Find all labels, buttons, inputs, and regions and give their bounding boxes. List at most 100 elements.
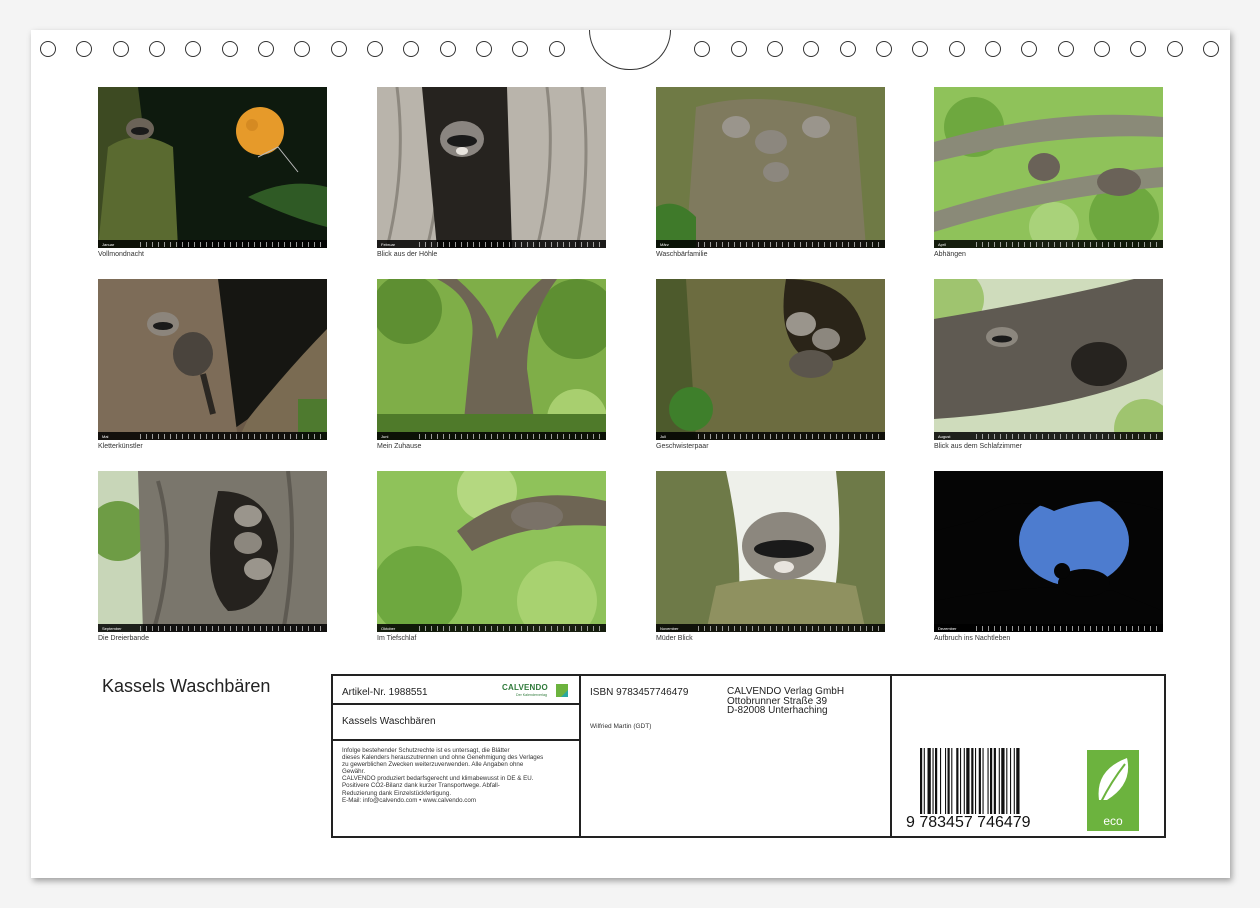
barcode-bar — [966, 748, 970, 814]
month-name: Juni — [381, 433, 389, 439]
calendar-strip: September — [98, 624, 327, 632]
hanging-raccoon-photo — [934, 87, 1163, 248]
photo-caption: Kletterkünstler — [98, 443, 143, 450]
calendar-strip: Januar — [98, 240, 327, 248]
article-column: Artikel-Nr. 1988551 CALVENDO Der Kalende… — [333, 676, 581, 836]
calendar-strip: Juni — [377, 432, 606, 440]
month-tile-june: Juni Mein Zuhause — [377, 279, 606, 450]
month-name: Oktober — [381, 625, 396, 631]
legal-line: CALVENDO produziert bedarfsgerecht und k… — [342, 775, 534, 783]
calendar-strip: Oktober — [377, 624, 606, 632]
day-grid — [976, 241, 1159, 247]
day-grid — [140, 625, 323, 631]
photo-caption: Die Dreierbande — [98, 635, 149, 642]
raccoon-family-photo — [656, 87, 885, 248]
month-tile-march: März Waschbärfamilie — [656, 87, 885, 258]
calendar-strip: Juli — [656, 432, 885, 440]
photo-caption: Müder Blick — [656, 635, 693, 642]
barcode-icon — [920, 748, 1020, 814]
month-photo: Mai — [98, 279, 327, 440]
barcode-bar — [947, 748, 950, 814]
day-grid — [976, 433, 1159, 439]
calendar-strip: Dezember — [934, 624, 1163, 632]
calendar-strip: August — [934, 432, 1163, 440]
isbn-barcode — [920, 748, 1052, 814]
month-name: Juli — [660, 433, 667, 439]
calendar-strip: März — [656, 240, 885, 248]
month-name: April — [938, 241, 947, 247]
barcode-bar — [940, 748, 942, 814]
raccoon-trio-photo — [98, 471, 327, 632]
barcode-bar — [1001, 748, 1005, 814]
moon-night-raccoon-photo — [98, 87, 327, 248]
bedroom-view-photo — [934, 279, 1163, 440]
eco-label: eco — [1103, 814, 1123, 828]
month-tile-april: April Abhängen — [934, 87, 1163, 258]
barcode-bar — [956, 748, 959, 814]
month-photo: August — [934, 279, 1163, 440]
month-tile-february: Februar Blick aus der Höhle — [377, 87, 606, 258]
month-name: November — [660, 625, 679, 631]
month-photo: Februar — [377, 87, 606, 248]
photo-caption: Abhängen — [934, 251, 966, 258]
calendar-strip: Mai — [98, 432, 327, 440]
logo-name: CALVENDO — [502, 683, 548, 692]
day-grid — [140, 241, 323, 247]
legal-line: E-Mail: info@calvendo.com • www.calvendo… — [342, 796, 476, 804]
photo-caption: Blick aus der Höhle — [377, 251, 438, 258]
month-photo: September — [98, 471, 327, 632]
day-grid — [698, 241, 881, 247]
barcode-bar — [927, 748, 931, 814]
logo-tagline: Der Kalenderverlag — [516, 693, 547, 697]
barcode-bar — [982, 748, 984, 814]
climbing-raccoon-photo — [98, 279, 327, 440]
barcode-bar — [1006, 748, 1008, 814]
barcode-bar — [987, 748, 989, 814]
month-photo: März — [656, 87, 885, 248]
month-photo: Juli — [656, 279, 885, 440]
calendar-strip: November — [656, 624, 885, 632]
legal-notice: Infolge bestehender Schutzrechte ist es … — [342, 747, 578, 804]
month-name: Dezember — [938, 625, 957, 631]
month-name: September — [102, 625, 122, 631]
day-grid — [698, 433, 881, 439]
barcode-bar — [971, 748, 974, 814]
barcode-bar — [963, 748, 965, 814]
product-info-box: Artikel-Nr. 1988551 CALVENDO Der Kalende… — [331, 674, 1166, 838]
barcode-bar — [951, 748, 953, 814]
month-name: Mai — [102, 433, 109, 439]
day-grid — [419, 241, 602, 247]
photo-caption: Im Tiefschlaf — [377, 635, 417, 642]
sibling-raccoons-photo — [656, 279, 885, 440]
barcode-bar — [935, 748, 938, 814]
barcode-bar — [1010, 748, 1012, 814]
month-tile-november: November Müder Blick — [656, 471, 885, 642]
leaf-icon — [1098, 758, 1129, 803]
barcode-column: 9 783457 746479 eco — [892, 676, 1164, 836]
legal-line: Gewähr. — [342, 768, 366, 776]
barcode-bar — [945, 748, 947, 814]
month-tile-august: August Blick aus dem Schlafzimmer — [934, 279, 1163, 450]
barcode-bar — [978, 748, 981, 814]
publisher-address: CALVENDO Verlag GmbH Ottobrunner Straße … — [727, 687, 844, 716]
author-name: Wilfried Martin (GDT) — [590, 723, 652, 730]
photo-caption: Geschwisterpaar — [656, 443, 709, 450]
month-tile-september: September Die Dreierbande — [98, 471, 327, 642]
barcode-bar — [998, 748, 1000, 814]
legal-line: dieses Kalenders herauszutrennen und ohn… — [342, 754, 544, 762]
month-photo: Januar — [98, 87, 327, 248]
month-tile-december: Dezember Aufbruch ins Nachtleben — [934, 471, 1163, 642]
eco-badge: eco — [1087, 750, 1139, 831]
photo-caption: Blick aus dem Schlafzimmer — [934, 443, 1022, 450]
barcode-bar — [1016, 748, 1020, 814]
day-grid — [419, 433, 602, 439]
photo-caption: Aufbruch ins Nachtleben — [934, 635, 1011, 642]
barcode-bar — [1013, 748, 1015, 814]
month-photo: Dezember — [934, 471, 1163, 632]
day-grid — [976, 625, 1159, 631]
legal-line: zu gewerblichen Zwecken weiterzuverwende… — [342, 761, 524, 769]
tired-look-photo — [656, 471, 885, 632]
nightlife-silhouette-photo — [934, 471, 1163, 632]
calendar-subtitle: Kassels Waschbären — [342, 716, 436, 727]
day-grid — [419, 625, 602, 631]
